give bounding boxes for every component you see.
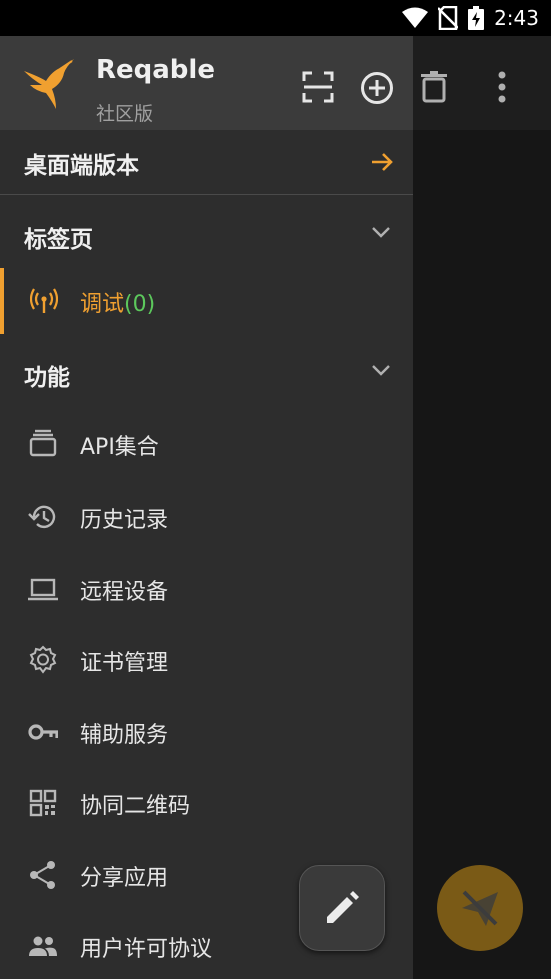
battery-charging-icon: [468, 6, 485, 30]
menu-item-certificates[interactable]: 证书管理: [0, 630, 413, 690]
delete-icon[interactable]: [420, 71, 448, 103]
menu-label: 历史记录: [80, 508, 169, 533]
laptop-icon: [28, 578, 58, 601]
tabs-section-title: 标签页: [24, 227, 93, 253]
menu-item-accessibility[interactable]: 辅助服务: [0, 702, 413, 762]
status-time: 2:43: [494, 6, 539, 30]
history-icon: [28, 505, 56, 529]
chevron-down-icon[interactable]: [371, 364, 391, 376]
more-vert-icon[interactable]: [496, 71, 508, 103]
share-icon: [30, 861, 55, 889]
tab-debug-text: 调试: [80, 292, 125, 317]
hummingbird-logo-icon: [24, 59, 74, 109]
send-fab[interactable]: [437, 865, 523, 951]
desktop-version-link[interactable]: 桌面端版本: [0, 130, 413, 195]
pencil-icon: [327, 891, 359, 923]
status-bar: 2:43: [0, 0, 551, 36]
features-section-title: 功能: [24, 365, 70, 391]
chevron-down-icon[interactable]: [371, 226, 391, 238]
drawer-header: Reqable 社区版: [0, 36, 413, 130]
app-edition: 社区版: [96, 103, 154, 125]
menu-item-remote-devices[interactable]: 远程设备: [0, 559, 413, 619]
menu-label: API集合: [80, 435, 159, 460]
no-sim-icon: [438, 6, 459, 30]
tab-debug[interactable]: 调试(0): [0, 268, 413, 334]
people-icon: [29, 936, 57, 956]
menu-item-api-collection[interactable]: API集合: [0, 414, 413, 474]
arrow-right-icon: [372, 153, 393, 171]
qr-code-icon: [29, 789, 57, 817]
certificate-icon: [29, 645, 57, 674]
app-name: Reqable: [96, 55, 215, 85]
navigation-drawer: Reqable 社区版 桌面端版本 标签页 调试(0) 功能 API集合 历史记…: [0, 36, 413, 979]
menu-item-qr-code[interactable]: 协同二维码: [0, 773, 413, 833]
collection-icon: [29, 429, 57, 457]
menu-label: 用户许可协议: [80, 937, 213, 962]
menu-label: 分享应用: [80, 866, 169, 891]
desktop-version-label: 桌面端版本: [24, 153, 139, 179]
key-icon: [28, 724, 58, 740]
send-off-icon: [462, 890, 498, 926]
active-indicator: [0, 268, 4, 334]
status-icons: 2:43: [402, 4, 539, 32]
tab-debug-label: 调试(0): [80, 286, 155, 318]
scan-icon[interactable]: [302, 71, 334, 103]
menu-item-history[interactable]: 历史记录: [0, 487, 413, 547]
menu-label: 远程设备: [80, 580, 169, 605]
menu-label: 证书管理: [80, 651, 169, 676]
tab-debug-count: (0): [124, 292, 156, 317]
add-circle-icon[interactable]: [360, 71, 394, 105]
menu-label: 协同二维码: [80, 794, 191, 819]
antenna-icon: [30, 288, 58, 313]
wifi-icon: [402, 7, 429, 28]
menu-label: 辅助服务: [80, 723, 169, 748]
edit-fab[interactable]: [299, 865, 385, 951]
